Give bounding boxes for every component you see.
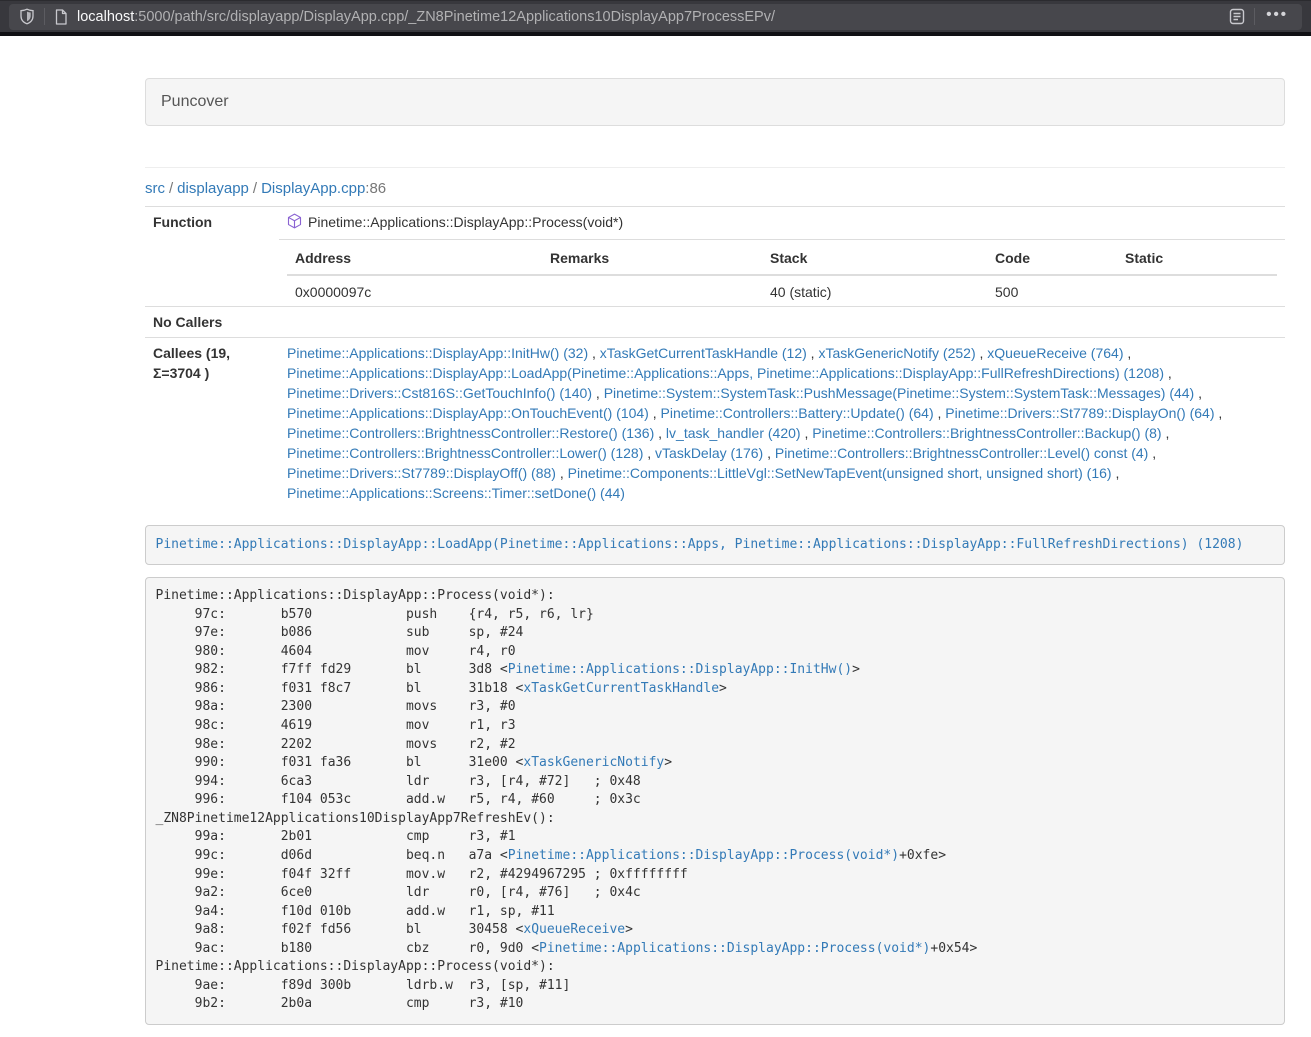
static-value	[1117, 275, 1277, 306]
callee-link[interactable]: Pinetime::System::SystemTask::PushMessag…	[604, 385, 1195, 401]
divider	[145, 167, 1285, 168]
function-name-cell: Pinetime::Applications::DisplayApp::Proc…	[279, 207, 1285, 240]
callers-cell	[279, 307, 1285, 338]
breadcrumb-file-link[interactable]: DisplayApp.cpp	[261, 180, 365, 197]
table-row: Function Pinetime::Applications::Display…	[145, 207, 1285, 240]
callee-link[interactable]: Pinetime::Applications::DisplayApp::OnTo…	[287, 405, 649, 421]
asm-symbol-link[interactable]: Pinetime::Applications::DisplayApp::Init…	[508, 662, 852, 677]
app-header-panel: Puncover	[145, 78, 1285, 126]
callee-link[interactable]: Pinetime::Applications::Screens::Timer::…	[287, 485, 625, 501]
breadcrumb-line-number: :86	[365, 180, 386, 197]
callee-link[interactable]: xTaskGenericNotify (252)	[818, 345, 975, 361]
no-callers-label: No Callers	[145, 307, 279, 338]
reader-mode-icon[interactable]	[1229, 8, 1245, 25]
function-row-label: Function	[145, 207, 279, 240]
remarks-value	[542, 275, 762, 306]
callees-label: Callees (19, Σ=3704 )	[145, 338, 279, 509]
url-path: :5000/path/src/displayapp/DisplayApp.cpp…	[134, 9, 775, 25]
breadcrumb-dir-link[interactable]: displayapp	[177, 180, 249, 197]
page-content: Puncover src/displayapp/DisplayApp.cpp:8…	[145, 36, 1285, 1037]
table-row: No Callers	[145, 307, 1285, 338]
toolbar-divider	[44, 8, 45, 25]
asm-symbol-link[interactable]: xQueueReceive	[523, 922, 625, 937]
overflow-menu-icon[interactable]: •••	[1264, 6, 1292, 27]
callee-link[interactable]: Pinetime::Controllers::BrightnessControl…	[287, 445, 643, 461]
callee-link[interactable]: Pinetime::Controllers::Battery::Update()…	[661, 405, 934, 421]
url-host: localhost	[77, 9, 134, 25]
callee-link[interactable]: Pinetime::Drivers::St7789::DisplayOff() …	[287, 465, 556, 481]
asm-symbol-link[interactable]: xTaskGetCurrentTaskHandle	[523, 681, 719, 696]
stack-value: 40 (static)	[762, 275, 987, 306]
callee-link[interactable]: xQueueReceive (764)	[987, 345, 1123, 361]
shield-icon[interactable]	[19, 8, 35, 25]
column-header-address: Address	[287, 242, 542, 275]
callee-link[interactable]: lv_task_handler (420)	[666, 425, 801, 441]
callee-link[interactable]: Pinetime::Controllers::BrightnessControl…	[775, 445, 1148, 461]
breadcrumb: src/displayapp/DisplayApp.cpp:86	[145, 179, 1285, 199]
url-text[interactable]: localhost:5000/path/src/displayapp/Displ…	[77, 9, 1229, 25]
code-size-value: 500	[987, 275, 1117, 306]
column-header-static: Static	[1117, 242, 1277, 275]
table-row: Callees (19, Σ=3704 ) Pinetime::Applicat…	[145, 338, 1285, 509]
column-header-stack: Stack	[762, 242, 987, 275]
loadapp-symbol-link[interactable]: Pinetime::Applications::DisplayApp::Load…	[156, 537, 1244, 552]
table-row: 0x0000097c 40 (static) 500	[287, 275, 1277, 306]
callee-link[interactable]: Pinetime::Applications::DisplayApp::Load…	[287, 365, 1164, 381]
callee-link[interactable]: Pinetime::Components::LittleVgl::SetNewT…	[568, 465, 1112, 481]
function-name: Pinetime::Applications::DisplayApp::Proc…	[308, 214, 623, 230]
page-icon[interactable]	[54, 9, 68, 25]
empty-label-cell	[145, 240, 279, 307]
browser-toolbar: localhost:5000/path/src/displayapp/Displ…	[0, 0, 1311, 36]
asm-symbol-link[interactable]: Pinetime::Applications::DisplayApp::Proc…	[539, 941, 930, 956]
callee-link[interactable]: Pinetime::Applications::DisplayApp::Init…	[287, 345, 588, 361]
assembly-code: Pinetime::Applications::DisplayApp::Proc…	[145, 577, 1285, 1025]
breadcrumb-src-link[interactable]: src	[145, 180, 165, 197]
loadapp-highlight-box: Pinetime::Applications::DisplayApp::Load…	[145, 525, 1285, 565]
column-header-remarks: Remarks	[542, 242, 762, 275]
callee-link[interactable]: xTaskGetCurrentTaskHandle (12)	[600, 345, 807, 361]
address-bar[interactable]: localhost:5000/path/src/displayapp/Displ…	[9, 4, 1302, 30]
breadcrumb-separator: /	[249, 180, 261, 197]
symbol-cube-icon	[287, 213, 302, 234]
column-header-code: Code	[987, 242, 1117, 275]
app-title: Puncover	[161, 93, 229, 110]
breadcrumb-separator: /	[165, 180, 177, 197]
asm-symbol-link[interactable]: Pinetime::Applications::DisplayApp::Proc…	[508, 848, 899, 863]
function-table: Function Pinetime::Applications::Display…	[145, 206, 1285, 508]
toolbar-divider	[1254, 8, 1255, 25]
callee-link[interactable]: Pinetime::Controllers::BrightnessControl…	[287, 425, 654, 441]
table-row: Address Remarks Stack Code Static 0x0000…	[145, 240, 1285, 307]
callee-link[interactable]: Pinetime::Drivers::St7789::DisplayOn() (…	[945, 405, 1214, 421]
callee-link[interactable]: vTaskDelay (176)	[655, 445, 763, 461]
function-stats-table: Address Remarks Stack Code Static 0x0000…	[287, 242, 1277, 306]
callees-list: Pinetime::Applications::DisplayApp::Init…	[279, 338, 1285, 509]
address-value: 0x0000097c	[287, 275, 542, 306]
asm-symbol-link[interactable]: xTaskGenericNotify	[523, 755, 664, 770]
callee-link[interactable]: Pinetime::Drivers::Cst816S::GetTouchInfo…	[287, 385, 592, 401]
callee-link[interactable]: Pinetime::Controllers::BrightnessControl…	[812, 425, 1161, 441]
function-stats-cell: Address Remarks Stack Code Static 0x0000…	[279, 240, 1285, 307]
